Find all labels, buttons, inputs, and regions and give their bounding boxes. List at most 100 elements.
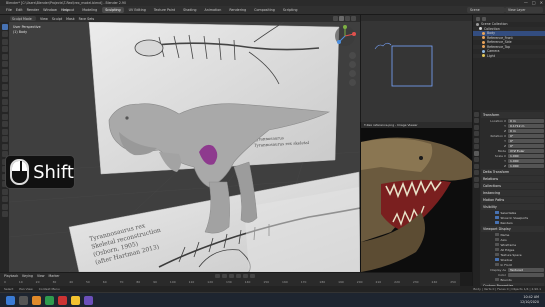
scene-selector[interactable]: Scene (467, 7, 505, 13)
3d-viewport[interactable]: Tyrannosaurus rex Skeletal reconstructio… (9, 22, 360, 272)
property-checkbox[interactable] (495, 257, 499, 262)
viewport-menu-face-sets[interactable]: Face Sets (79, 17, 95, 21)
sculpt-tool-button[interactable] (1, 203, 8, 210)
workspace-tab[interactable]: Sculpting (102, 7, 124, 13)
prev-keyframe-button[interactable] (222, 274, 227, 278)
sculpt-tool-button[interactable] (1, 211, 8, 217)
sculpt-tool-button[interactable] (1, 136, 8, 142)
start-icon[interactable] (6, 296, 15, 305)
rendered-shading-button[interactable] (351, 16, 356, 21)
property-checkbox[interactable] (495, 242, 499, 247)
properties-section-header[interactable]: Instancing (481, 190, 544, 196)
sculpt-tool-button[interactable] (1, 76, 8, 82)
sculpt-tool-button[interactable] (1, 31, 8, 37)
property-checkbox[interactable] (495, 220, 499, 225)
property-checkbox[interactable] (495, 247, 499, 252)
viewport-menu-mask[interactable]: Mask (66, 17, 75, 21)
sculpt-tool-button[interactable] (1, 53, 8, 60)
sculpt-tool-button[interactable] (1, 98, 8, 105)
sculpt-tool-button[interactable] (1, 23, 8, 30)
properties-section-header[interactable]: Delta Transform (481, 169, 544, 175)
viewport-menu-sculpt[interactable]: Sculpt (52, 17, 62, 21)
image-editor-panel[interactable] (360, 15, 473, 122)
sculpt-tool-button[interactable] (1, 46, 8, 52)
outliner-row[interactable]: Light (473, 53, 545, 58)
modifier-tab-icon[interactable] (474, 157, 479, 162)
property-value-field[interactable]: 0 m (508, 118, 544, 123)
ortho-toggle-button[interactable] (349, 79, 356, 86)
minimize-button[interactable]: — (524, 0, 528, 5)
view-layer-selector[interactable]: View Layer (505, 7, 543, 13)
sculpt-tool-button[interactable] (1, 188, 8, 195)
next-keyframe-button[interactable] (243, 274, 248, 278)
solid-shading-button[interactable] (339, 16, 344, 21)
workspace-tab[interactable]: Animation (202, 7, 225, 13)
property-value-field[interactable]: 0° (508, 143, 544, 148)
workspace-tab[interactable]: UV Editing (126, 7, 149, 13)
sculpt-tool-button[interactable] (1, 91, 8, 97)
property-value-field[interactable]: 0.1712 m (508, 123, 544, 128)
reference-image-viewer[interactable]: T-Rex reference.png - Image Viewer (360, 122, 472, 272)
physics-tab-icon[interactable] (474, 163, 479, 169)
sculpt-tool-button[interactable] (1, 113, 8, 120)
sculpt-tool-button[interactable] (1, 38, 8, 45)
zoom-view-button[interactable] (349, 52, 356, 59)
property-value-field[interactable]: 0 m (508, 128, 544, 133)
sculpt-tool-button[interactable] (1, 143, 8, 150)
close-button[interactable]: ✕ (540, 0, 543, 5)
outliner-display-mode-icon[interactable] (476, 16, 480, 21)
material-shading-button[interactable] (345, 16, 350, 21)
properties-section-header[interactable]: Motion Paths (481, 197, 544, 203)
tool-tab-icon[interactable] (474, 111, 479, 117)
viewport-menu-view[interactable]: View (40, 17, 48, 21)
timeline-menu-keying[interactable]: Keying (22, 274, 33, 278)
browser-app-icon[interactable] (45, 296, 54, 305)
sculpt-tool-button[interactable] (1, 128, 8, 135)
properties-section-header[interactable]: Relations (481, 176, 544, 182)
menu-edit[interactable]: Edit (16, 8, 23, 12)
property-value-field[interactable]: 1.000 (508, 153, 544, 158)
property-checkbox[interactable] (495, 210, 499, 215)
search-icon[interactable] (19, 296, 28, 305)
sculpt-tool-button[interactable] (1, 121, 8, 127)
sculpt-tool-button[interactable] (1, 106, 8, 112)
workspace-tab[interactable]: Layout (60, 7, 77, 13)
property-checkbox[interactable] (495, 277, 499, 282)
pan-view-button[interactable] (349, 61, 356, 68)
timeline-menu-playback[interactable]: Playback (4, 274, 18, 278)
sculpt-tool-button[interactable] (1, 68, 8, 75)
property-value-field[interactable]: XYZ Euler (508, 148, 544, 153)
outliner-filter-icon[interactable] (482, 16, 486, 21)
play-button[interactable] (236, 274, 241, 278)
sculpt-tool-button[interactable] (1, 83, 8, 90)
scene-tab-icon[interactable] (474, 137, 479, 143)
property-checkbox[interactable] (495, 237, 499, 242)
property-value-field[interactable]: 1.000 (508, 158, 544, 163)
constraint-tab-icon[interactable] (474, 170, 479, 175)
property-value-field[interactable]: Textured (508, 267, 544, 272)
timeline-menu-marker[interactable]: Marker (49, 274, 60, 278)
media-app-icon[interactable] (58, 296, 67, 305)
property-value-field[interactable]: 0° (508, 133, 544, 138)
property-checkbox[interactable] (495, 215, 499, 220)
sculpt-tool-button[interactable] (1, 196, 8, 202)
property-checkbox[interactable] (495, 232, 499, 237)
workspace-tab[interactable]: Scripting (280, 7, 301, 13)
property-checkbox[interactable] (495, 252, 499, 257)
menu-window[interactable]: Window (43, 8, 57, 12)
property-value-field[interactable]: 1.000 (508, 163, 544, 168)
workspace-tab[interactable]: Compositing (251, 7, 278, 13)
property-value-field[interactable]: 0° (508, 138, 544, 143)
recorder-app-icon[interactable] (84, 296, 93, 305)
workspace-tab[interactable]: Shading (180, 7, 199, 13)
output-tab-icon[interactable] (474, 124, 479, 130)
data-tab-icon[interactable] (474, 176, 479, 182)
view-layer-tab-icon[interactable] (474, 131, 479, 136)
jump-end-button[interactable] (250, 274, 255, 278)
workspace-tab[interactable]: Rendering (226, 7, 249, 13)
properties-section-header[interactable]: Collections (481, 183, 544, 189)
material-tab-icon[interactable] (474, 183, 479, 188)
world-tab-icon[interactable] (474, 144, 479, 149)
wireframe-shading-button[interactable] (333, 16, 338, 21)
jump-start-button[interactable] (215, 274, 220, 278)
